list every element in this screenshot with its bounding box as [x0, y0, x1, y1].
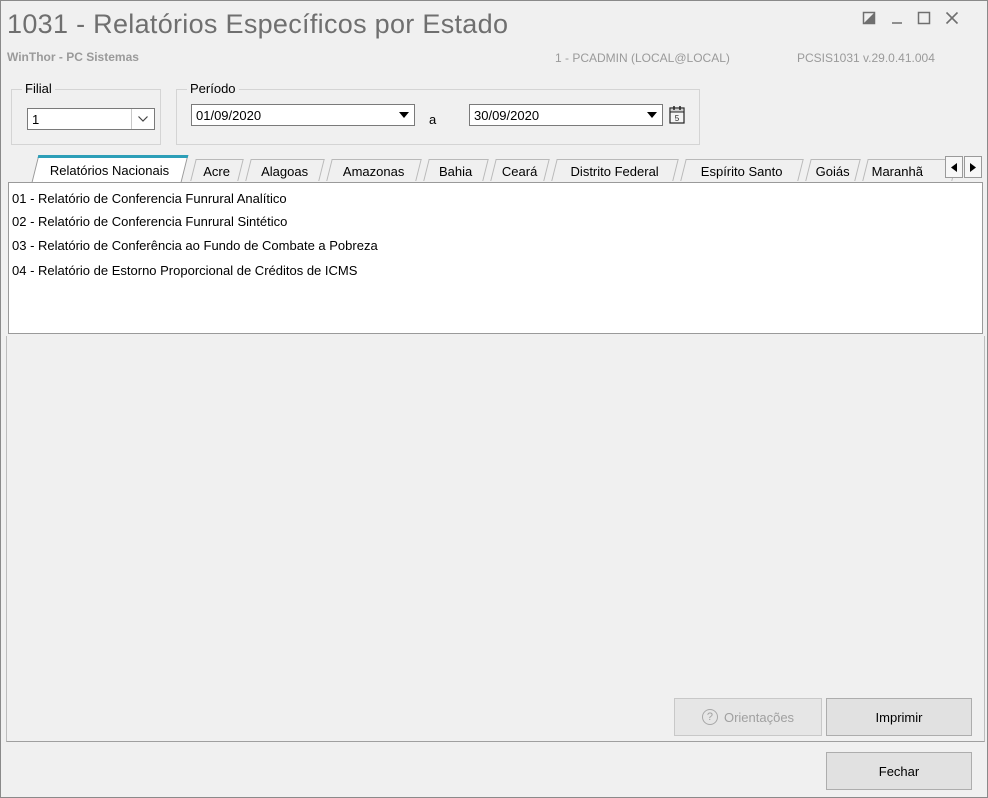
periodo-group: Período 01/09/2020 30/09/2020 5: [176, 81, 700, 145]
filial-select[interactable]: 1: [27, 108, 155, 130]
list-item[interactable]: 02 - Relatório de Conferencia Funrural S…: [12, 214, 287, 229]
tab-ceara[interactable]: Ceará: [490, 159, 550, 181]
tab-bahia[interactable]: Bahia: [423, 159, 489, 181]
tab-espirito-santo[interactable]: Espírito Santo: [680, 159, 804, 181]
list-item[interactable]: 01 - Relatório de Conferencia Funrural A…: [12, 191, 287, 206]
help-button[interactable]: ? Orientações: [674, 698, 822, 736]
list-item[interactable]: 04 - Relatório de Estorno Proporcional d…: [12, 263, 357, 278]
main-window: 1031 - Relatórios Específicos por Estado…: [0, 0, 988, 798]
periodo-label: Período: [187, 81, 239, 96]
tab-panel: [6, 336, 985, 742]
report-list: 01 - Relatório de Conferencia Funrural A…: [8, 182, 983, 334]
chevron-left-icon[interactable]: [945, 156, 963, 178]
chevron-down-icon[interactable]: [131, 109, 154, 129]
start-date-value: 01/09/2020: [196, 108, 262, 123]
filial-label: Filial: [22, 81, 55, 96]
tab-goias[interactable]: Goiás: [805, 159, 861, 181]
title-bar: 1031 - Relatórios Específicos por Estado…: [1, 1, 987, 69]
close-icon[interactable]: [941, 11, 963, 31]
print-button-label: Imprimir: [875, 709, 923, 725]
print-button[interactable]: Imprimir: [826, 698, 972, 736]
maximize-icon[interactable]: [913, 11, 935, 31]
minimize-icon[interactable]: [886, 11, 908, 31]
svg-text:5: 5: [675, 114, 680, 123]
window-subtitle: WinThor - PC Sistemas: [7, 50, 139, 64]
state-tabs: Relatórios Nacionais Acre Alagoas Amazon…: [17, 155, 987, 182]
tab-amazonas[interactable]: Amazonas: [326, 159, 422, 181]
close-button[interactable]: Fechar: [826, 752, 972, 790]
calendar-icon[interactable]: 5: [667, 105, 687, 128]
tab-scroll: [945, 156, 983, 178]
dropdown-arrow-icon[interactable]: [395, 106, 413, 124]
start-date-field[interactable]: 01/09/2020: [191, 104, 415, 126]
filial-value: 1: [32, 112, 40, 127]
period-separator: a: [429, 112, 437, 127]
dropdown-arrow-icon[interactable]: [643, 106, 661, 124]
list-item[interactable]: 03 - Relatório de Conferência ao Fundo d…: [12, 238, 378, 253]
end-date-value: 30/09/2020: [474, 108, 540, 123]
end-date-field[interactable]: 30/09/2020: [469, 104, 663, 126]
tab-distrito-federal[interactable]: Distrito Federal: [551, 159, 679, 181]
question-icon: ?: [701, 709, 718, 725]
window-title: 1031 - Relatórios Específicos por Estado: [7, 9, 509, 39]
tab-acre[interactable]: Acre: [190, 159, 244, 181]
tab-alagoas[interactable]: Alagoas: [245, 159, 325, 181]
logged-user: 1 - PCADMIN (LOCAL@LOCAL): [555, 51, 730, 65]
filial-group: Filial 1: [11, 81, 161, 145]
build-version: PCSIS1031 v.29.0.41.004: [797, 51, 935, 65]
tab-relatorios-nacionais[interactable]: Relatórios Nacionais: [31, 155, 189, 182]
restore-icon[interactable]: [858, 11, 880, 31]
tab-maranhao[interactable]: Maranhã: [862, 159, 958, 181]
close-button-label: Fechar: [878, 763, 920, 779]
chevron-right-icon[interactable]: [964, 156, 982, 178]
help-button-label: Orientações: [723, 709, 795, 725]
